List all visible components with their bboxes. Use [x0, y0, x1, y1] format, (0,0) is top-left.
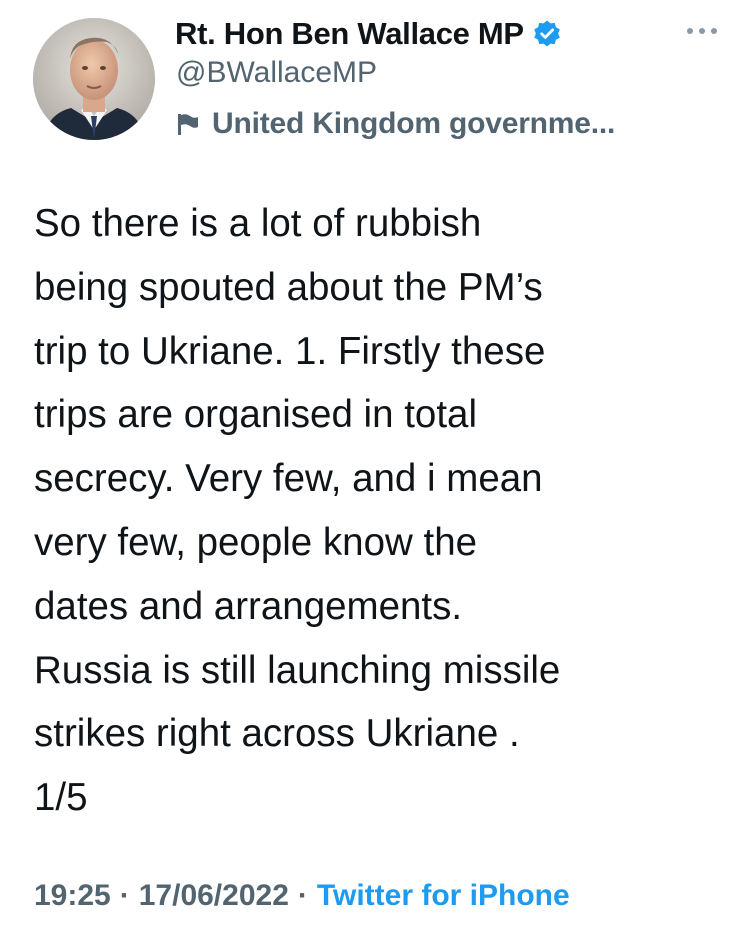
tweet-time[interactable]: 19:25 — [34, 879, 111, 913]
display-name-row: Rt. Hon Ben Wallace MP — [175, 14, 562, 54]
tweet-line: being spouted about the PM’s — [34, 265, 543, 309]
tweet-line: very few, people know the — [34, 520, 478, 564]
tweet-header: Rt. Hon Ben Wallace MP @BWallaceMP Unite… — [0, 0, 749, 160]
tweet-source-link[interactable]: Twitter for iPhone — [317, 879, 570, 913]
user-handle[interactable]: @BWallaceMP — [176, 56, 377, 90]
tweet-meta: 19:25 · 17/06/2022 · Twitter for iPhone — [34, 874, 570, 918]
tweet-line: trip to Ukriane. 1. Firstly these — [34, 329, 546, 373]
tweet-line: 1/5 — [34, 776, 88, 820]
more-options-icon[interactable] — [684, 24, 720, 36]
government-flag-icon — [176, 111, 200, 137]
tweet-line: strikes right across Ukriane . — [34, 712, 520, 756]
tweet-line: So there is a lot of rubbish — [34, 202, 482, 245]
meta-separator: · — [119, 879, 130, 912]
verified-badge-icon — [532, 19, 562, 49]
government-label-text: United Kingdom governme... — [212, 107, 616, 140]
meta-separator: · — [297, 879, 308, 912]
government-label[interactable]: United Kingdom governme... — [176, 104, 615, 144]
tweet-line: Russia is still launching missile — [34, 648, 561, 692]
tweet-date[interactable]: 17/06/2022 — [139, 879, 289, 913]
tweet-line: secrecy. Very few, and i mean — [34, 457, 543, 501]
display-name[interactable]: Rt. Hon Ben Wallace MP — [175, 16, 524, 52]
tweet-line: trips are organised in total — [34, 393, 477, 437]
tweet-text: So there is a lot of rubbish being spout… — [34, 192, 714, 830]
tweet-line: dates and arrangements. — [34, 584, 463, 628]
avatar[interactable] — [33, 18, 155, 140]
